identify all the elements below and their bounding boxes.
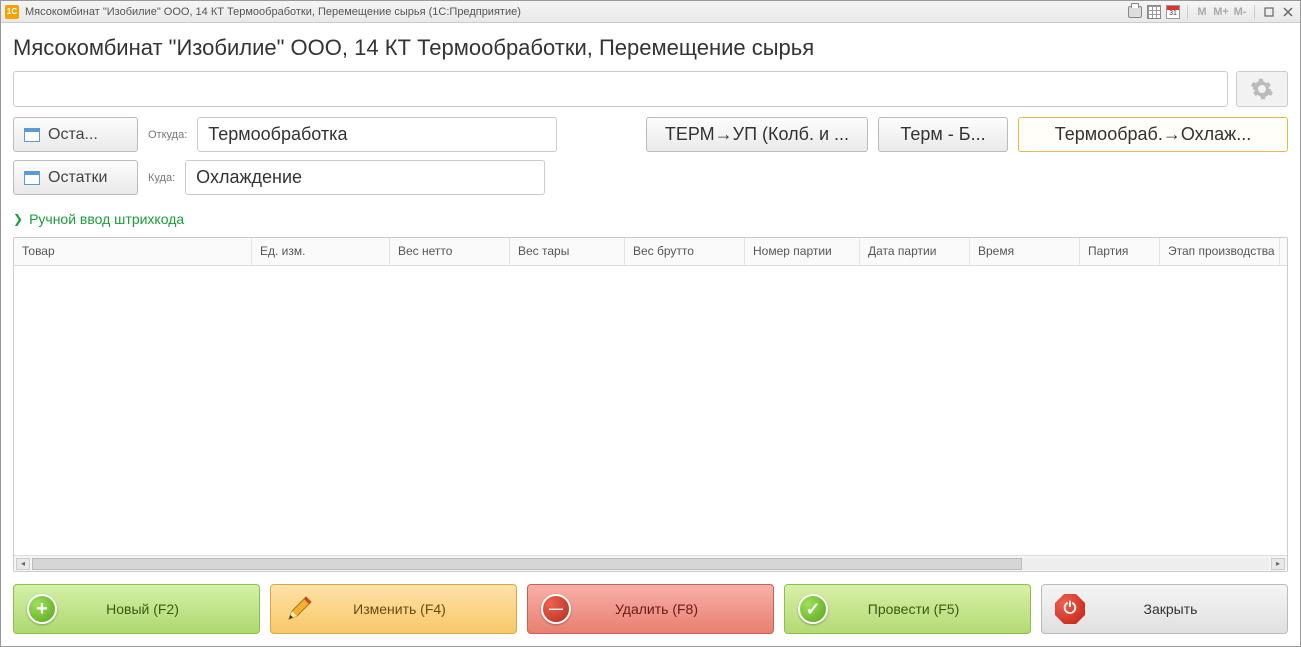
- edit-button-label: Изменить (F4): [329, 601, 506, 617]
- column-header[interactable]: Вес тары: [510, 238, 625, 265]
- calendar-icon: [24, 128, 40, 142]
- check-icon: ✓: [795, 591, 831, 627]
- footer-toolbar: + Новый (F2) Изменить (F4) Удалить (F8) …: [13, 584, 1288, 634]
- window-title: Мясокомбинат "Изобилие" ООО, 14 КТ Термо…: [25, 6, 1127, 18]
- route-term-ohlazh-button[interactable]: Термообраб.→Охлаж...: [1018, 117, 1288, 152]
- from-row: Оста... Откуда: ТЕРМ→УП (Колб. и ... Тер…: [13, 117, 1288, 152]
- print-icon[interactable]: [1127, 4, 1143, 20]
- scroll-thumb[interactable]: [32, 558, 1022, 570]
- maximize-icon[interactable]: [1261, 4, 1277, 20]
- separator: [1254, 5, 1255, 19]
- new-button-label: Новый (F2): [72, 601, 249, 617]
- column-header[interactable]: Время: [970, 238, 1080, 265]
- calendar-icon[interactable]: 31: [1165, 4, 1181, 20]
- scroll-right-icon[interactable]: ▸: [1271, 558, 1285, 570]
- from-label: Откуда:: [148, 129, 187, 141]
- trash-icon: [538, 591, 574, 627]
- remains-to-button[interactable]: Остатки: [13, 160, 138, 195]
- remains-from-label: Оста...: [48, 126, 98, 144]
- memory-mplus-button[interactable]: M+: [1213, 4, 1229, 20]
- to-row: Остатки Куда:: [13, 160, 1288, 195]
- pencil-icon: [281, 591, 317, 627]
- new-button[interactable]: + Новый (F2): [13, 584, 260, 634]
- column-header[interactable]: Дата партии: [860, 238, 970, 265]
- top-input-row: [13, 71, 1288, 107]
- route-term-up-button[interactable]: ТЕРМ→УП (Колб. и ...: [646, 117, 868, 152]
- edit-button[interactable]: Изменить (F4): [270, 584, 517, 634]
- close-button[interactable]: ⏻ Закрыть: [1041, 584, 1288, 634]
- items-grid: ТоварЕд. изм.Вес неттоВес тарыВес брутто…: [13, 237, 1288, 572]
- plus-icon: +: [24, 591, 60, 627]
- column-header[interactable]: Партия: [1080, 238, 1160, 265]
- column-header[interactable]: Вес брутто: [625, 238, 745, 265]
- scroll-track[interactable]: [32, 558, 1269, 570]
- memory-mminus-button[interactable]: M-: [1232, 4, 1248, 20]
- spreadsheet-icon[interactable]: [1146, 4, 1162, 20]
- remains-to-label: Остатки: [48, 169, 107, 187]
- chevron-right-icon: ❯: [13, 212, 23, 226]
- column-header[interactable]: Этап производства: [1160, 238, 1280, 265]
- separator: [1187, 5, 1188, 19]
- power-icon: ⏻: [1052, 591, 1088, 627]
- to-label: Куда:: [148, 172, 175, 184]
- titlebar: 1C Мясокомбинат "Изобилие" ООО, 14 КТ Те…: [1, 1, 1300, 23]
- calendar-icon: [24, 171, 40, 185]
- post-button[interactable]: ✓ Провести (F5): [784, 584, 1031, 634]
- settings-button[interactable]: [1236, 71, 1288, 107]
- app-logo-icon: 1C: [5, 5, 19, 19]
- manual-barcode-label: Ручной ввод штрихкода: [29, 211, 184, 227]
- manual-barcode-link[interactable]: ❯ Ручной ввод штрихкода: [13, 211, 1288, 227]
- column-header[interactable]: Товар: [14, 238, 252, 265]
- remains-from-button[interactable]: Оста...: [13, 117, 138, 152]
- delete-button-label: Удалить (F8): [586, 601, 763, 617]
- scroll-left-icon[interactable]: ◂: [16, 558, 30, 570]
- grid-body[interactable]: [14, 266, 1287, 555]
- gear-icon: [1250, 77, 1274, 101]
- titlebar-toolbar: 31 M M+ M-: [1127, 4, 1296, 20]
- close-icon[interactable]: [1280, 4, 1296, 20]
- column-header[interactable]: Ед. изм.: [252, 238, 390, 265]
- grid-header: ТоварЕд. изм.Вес неттоВес тарыВес брутто…: [14, 238, 1287, 266]
- content-area: Мясокомбинат "Изобилие" ООО, 14 КТ Термо…: [1, 23, 1300, 646]
- route-term-b-button[interactable]: Терм - Б...: [878, 117, 1008, 152]
- page-title: Мясокомбинат "Изобилие" ООО, 14 КТ Термо…: [13, 35, 1288, 61]
- from-input[interactable]: [197, 117, 557, 152]
- memory-m-button[interactable]: M: [1194, 4, 1210, 20]
- column-header[interactable]: Номер партии: [745, 238, 860, 265]
- window-frame: 1C Мясокомбинат "Изобилие" ООО, 14 КТ Те…: [0, 0, 1301, 647]
- delete-button[interactable]: Удалить (F8): [527, 584, 774, 634]
- to-input[interactable]: [185, 160, 545, 195]
- post-button-label: Провести (F5): [843, 601, 1020, 617]
- column-header[interactable]: Вес нетто: [390, 238, 510, 265]
- horizontal-scrollbar[interactable]: ◂ ▸: [14, 555, 1287, 571]
- main-search-input[interactable]: [13, 71, 1228, 107]
- close-button-label: Закрыть: [1100, 601, 1277, 617]
